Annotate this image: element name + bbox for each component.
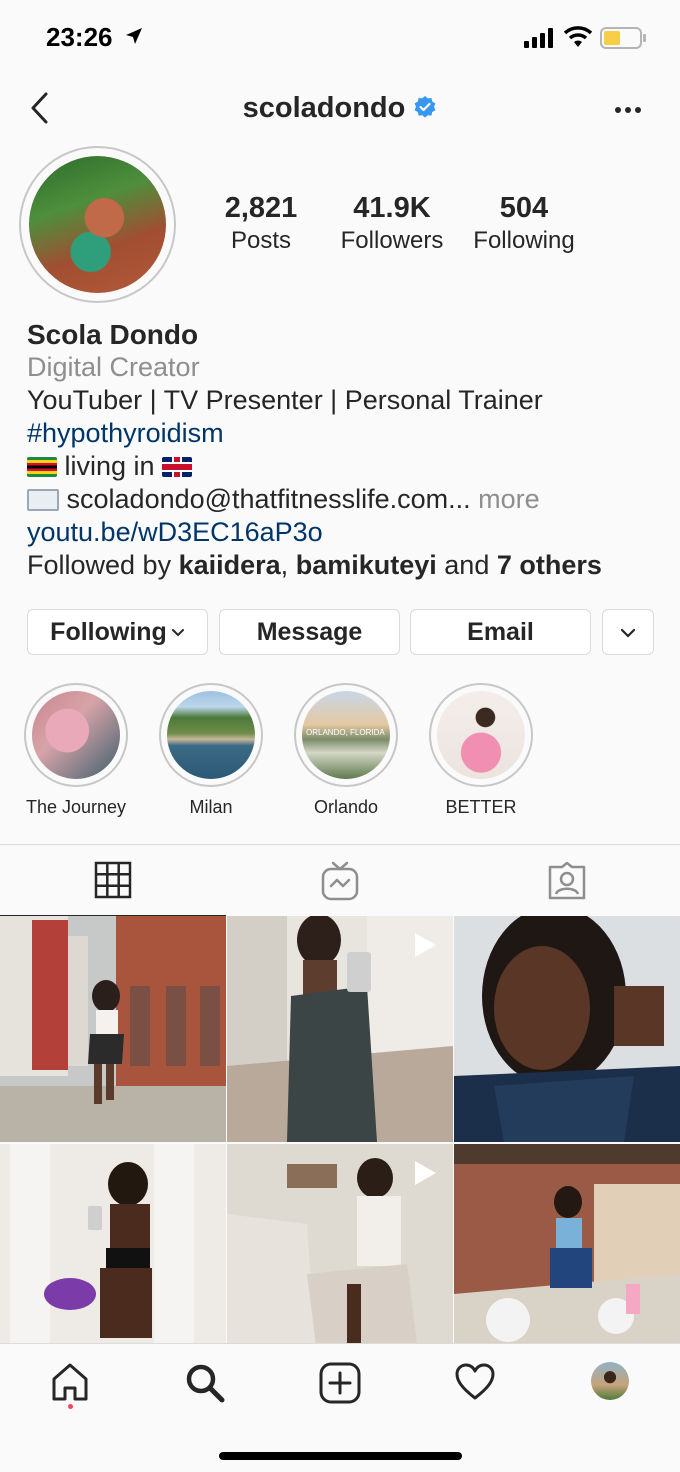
post-grid — [0, 916, 680, 1370]
highlight-label: BETTER — [445, 797, 517, 817]
highlight-the-journey[interactable]: The Journey — [11, 683, 141, 818]
status-bar: 23:26 — [0, 0, 680, 76]
followers-stat[interactable]: 41.9K Followers — [332, 190, 452, 256]
post-image — [454, 916, 680, 1142]
post-thumbnail[interactable] — [0, 1144, 226, 1370]
wifi-icon — [564, 26, 592, 47]
email-button-label: Email — [467, 618, 534, 646]
profile-bio: Scola Dondo Digital Creator YouTuber | T… — [27, 318, 667, 582]
post-thumbnail[interactable] — [454, 1144, 680, 1370]
profile-stats: 2,821 Posts 41.9K Followers 504 Followin… — [200, 190, 600, 260]
highlight-ring — [159, 683, 263, 787]
post-thumbnail[interactable] — [454, 916, 680, 1142]
post-thumbnail[interactable] — [0, 916, 226, 1142]
email-icon — [27, 489, 59, 511]
followed-by-others[interactable]: 7 others — [497, 550, 602, 580]
highlight-cover: ORLANDO, FLORIDA — [302, 691, 390, 779]
status-time: 23:26 — [46, 22, 113, 52]
highlight-orlando[interactable]: ORLANDO, FLORIDA Orlando — [281, 683, 411, 818]
highlight-cover — [32, 691, 120, 779]
tab-tagged[interactable] — [454, 845, 680, 917]
chevron-down-icon — [620, 629, 636, 638]
following-button-label: Following — [50, 618, 167, 646]
grid-icon — [94, 861, 132, 899]
bio-email-line: scoladondo@thatfitnesslife.com... more — [27, 483, 667, 516]
following-stat[interactable]: 504 Following — [464, 190, 584, 256]
highlight-milan[interactable]: Milan — [146, 683, 276, 818]
video-indicator-icon — [415, 933, 436, 957]
header-title: scoladondo — [0, 92, 680, 125]
cellular-signal-icon — [524, 28, 553, 48]
igtv-icon — [321, 861, 359, 901]
bio-living-line: living in — [27, 450, 667, 483]
chevron-down-icon — [171, 629, 184, 637]
header-username: scoladondo — [242, 92, 406, 124]
profile-avatar[interactable] — [29, 156, 166, 293]
followed-by-comma: , — [280, 550, 289, 580]
profile-action-buttons: Following Message Email — [0, 609, 680, 655]
tagged-user-icon — [548, 861, 586, 900]
bio-living-text: living in — [64, 451, 155, 481]
bio-email: scoladondo@thatfitnesslife.com... — [66, 484, 471, 514]
email-button[interactable]: Email — [410, 609, 591, 655]
verified-badge-icon — [414, 96, 436, 118]
post-thumbnail[interactable] — [227, 1144, 453, 1370]
highlight-label: Milan — [189, 797, 233, 817]
followers-count: 41.9K — [353, 192, 431, 224]
highlight-label: The Journey — [25, 797, 127, 817]
message-button-label: Message — [256, 618, 363, 646]
followers-label: Followers — [340, 227, 444, 254]
search-icon[interactable] — [184, 1362, 226, 1404]
highlight-label: Orlando — [313, 797, 379, 817]
tab-grid[interactable] — [0, 845, 226, 917]
bio-more-link[interactable]: more — [478, 484, 540, 514]
profile-category: Digital Creator — [27, 352, 200, 382]
uk-flag-icon — [162, 457, 193, 477]
highlight-ring: ORLANDO, FLORIDA — [294, 683, 398, 787]
activity-heart-icon[interactable] — [454, 1362, 496, 1402]
highlight-cover — [437, 691, 525, 779]
highlight-cover-caption: ORLANDO, FLORIDA — [306, 728, 385, 737]
posts-label: Posts — [230, 227, 292, 254]
zimbabwe-flag-icon — [27, 457, 57, 477]
post-thumbnail[interactable] — [227, 916, 453, 1142]
story-highlights: The Journey Milan ORLANDO, FLORIDA Orlan… — [0, 683, 680, 823]
home-icon[interactable] — [50, 1362, 90, 1402]
bio-line: YouTuber | TV Presenter | Personal Train… — [27, 385, 543, 415]
profile-name: Scola Dondo — [27, 319, 199, 350]
new-post-icon[interactable] — [319, 1362, 361, 1404]
more-options-icon[interactable] — [614, 106, 642, 114]
profile-header: scoladondo — [0, 80, 680, 140]
followed-by-user-1[interactable]: kaiidera — [179, 550, 281, 580]
profile-avatar-ring[interactable] — [19, 146, 176, 303]
location-arrow-icon — [126, 28, 142, 44]
profile-tab-avatar[interactable] — [591, 1362, 629, 1400]
following-label: Following — [473, 227, 575, 254]
message-button[interactable]: Message — [219, 609, 400, 655]
bio-hashtag[interactable]: #hypothyroidism — [27, 417, 667, 450]
suggested-accounts-button[interactable] — [602, 609, 654, 655]
followed-by-user-2[interactable]: bamikuteyi — [296, 550, 437, 580]
highlight-ring — [429, 683, 533, 787]
home-indicator — [219, 1452, 462, 1460]
following-count: 504 — [499, 192, 549, 224]
following-button[interactable]: Following — [27, 609, 208, 655]
followed-by-and: and — [444, 550, 490, 580]
battery-icon — [600, 27, 646, 49]
post-image — [454, 1144, 680, 1370]
notification-dot — [68, 1404, 73, 1409]
profile-content-tabs — [0, 844, 680, 917]
bio-website-link[interactable]: youtu.be/wD3EC16aP3o — [27, 516, 667, 549]
posts-count: 2,821 — [224, 192, 298, 224]
highlight-better[interactable]: BETTER — [416, 683, 546, 818]
highlight-cover — [167, 691, 255, 779]
highlight-ring — [24, 683, 128, 787]
video-indicator-icon — [415, 1161, 436, 1185]
post-image — [0, 1144, 226, 1370]
followed-by-prefix: Followed by — [27, 550, 172, 580]
tab-igtv[interactable] — [227, 845, 453, 917]
post-image — [0, 916, 226, 1142]
followed-by-line[interactable]: Followed by kaiidera, bamikuteyi and 7 o… — [27, 549, 667, 582]
posts-stat[interactable]: 2,821 Posts — [200, 190, 322, 256]
